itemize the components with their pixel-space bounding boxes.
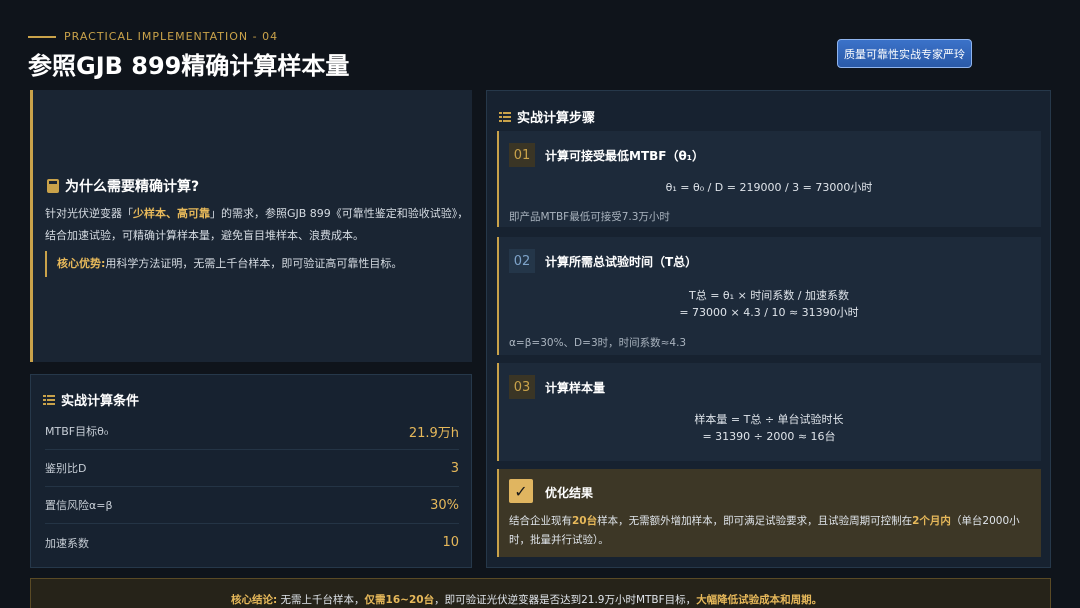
condition-value: 3 xyxy=(450,460,459,476)
condition-row: 加速系数 10 xyxy=(45,524,459,561)
steps-panel: 实战计算步骤 01 计算可接受最低MTBF（θ₁） θ₁ = θ₀ / D = … xyxy=(486,90,1051,568)
checkmark-icon: ✓ xyxy=(509,479,533,503)
why-body-highlight: 少样本、高可靠 xyxy=(133,207,210,220)
steps-heading-text: 实战计算步骤 xyxy=(517,111,596,126)
page: PRACTICAL IMPLEMENTATION - 04 参照GJB 899精… xyxy=(0,0,1080,608)
condition-label: 鉴别比D xyxy=(45,462,87,475)
conditions-heading: 实战计算条件 xyxy=(43,390,139,409)
step-title: 计算所需总试验时间（T总） xyxy=(545,255,698,269)
conclusion-highlight: 大幅降低试验成本和周期。 xyxy=(696,594,823,606)
condition-value: 30% xyxy=(430,497,459,513)
step-note: α=β=30%、D=3时，时间系数≈4.3 xyxy=(509,337,687,349)
step-card: 01 计算可接受最低MTBF（θ₁） θ₁ = θ₀ / D = 219000 … xyxy=(497,131,1041,227)
condition-row: 置信风险α=β 30% xyxy=(45,487,459,524)
step-number: 01 xyxy=(509,143,535,167)
step-card: 02 计算所需总试验时间（T总） T总 = θ₁ × 时间系数 / 加速系数 =… xyxy=(497,237,1041,355)
condition-label: 置信风险α=β xyxy=(45,499,113,512)
conditions-heading-text: 实战计算条件 xyxy=(61,394,140,409)
conclusion-bar: 核心结论: 无需上千台样本，仅需16~20台，即可验证光伏逆变器是否达到21.9… xyxy=(30,578,1051,608)
list-icon xyxy=(499,111,511,122)
kicker-line xyxy=(28,35,56,38)
condition-label: 加速系数 xyxy=(45,536,89,550)
advantage-key: 核心优势: xyxy=(57,257,106,270)
result-title: 优化结果 xyxy=(545,486,594,500)
condition-row: 鉴别比D 3 xyxy=(45,450,459,487)
why-body: 针对光伏逆变器「少样本、高可靠」的需求，参照GJB 899《可靠性鉴定和验收试验… xyxy=(45,203,470,247)
step-formula: 样本量 = T总 ÷ 单台试验时长 xyxy=(694,413,844,426)
calculator-icon xyxy=(47,179,59,193)
step-formula: = 73000 × 4.3 / 10 ≈ 31390小时 xyxy=(679,306,859,319)
condition-value: 10 xyxy=(442,535,459,550)
step-card: 03 计算样本量 样本量 = T总 ÷ 单台试验时长 = 31390 ÷ 200… xyxy=(497,363,1041,461)
step-note: 即产品MTBF最低可接受7.3万小时 xyxy=(509,211,670,223)
section-kicker: PRACTICAL IMPLEMENTATION - 04 xyxy=(28,30,278,43)
why-heading-text: 为什么需要精确计算? xyxy=(65,179,200,195)
conclusion-part: ，即可验证光伏逆变器是否达到21.9万小时MTBF目标， xyxy=(434,594,697,606)
result-body: 结合企业现有20台样本，无需额外增加样本，即可满足试验要求，且试验周期可控制在2… xyxy=(509,512,1037,550)
step-title: 计算样本量 xyxy=(545,381,606,395)
step-formula: T总 = θ₁ × 时间系数 / 加速系数 xyxy=(689,289,849,302)
author-badge[interactable]: 质量可靠性实战专家严玲 xyxy=(837,39,972,68)
kicker-text: PRACTICAL IMPLEMENTATION - 04 xyxy=(64,30,279,43)
conclusion-key: 核心结论: xyxy=(231,594,278,606)
condition-row: MTBF目标θ₀ 21.9万h xyxy=(45,413,459,450)
advantage-text: 用科学方法证明，无需上千台样本，即可验证高可靠性目标。 xyxy=(105,257,403,270)
list-icon xyxy=(43,394,55,405)
result-highlight: 2个月内 xyxy=(912,515,951,527)
conclusion-text: 核心结论: 无需上千台样本，仅需16~20台，即可验证光伏逆变器是否达到21.9… xyxy=(231,592,822,607)
why-card: 为什么需要精确计算? 针对光伏逆变器「少样本、高可靠」的需求，参照GJB 899… xyxy=(30,90,472,362)
result-text: 结合企业现有 xyxy=(509,515,572,527)
result-card: ✓ 优化结果 结合企业现有20台样本，无需额外增加样本，即可满足试验要求，且试验… xyxy=(497,469,1041,557)
step-number: 03 xyxy=(509,375,535,399)
result-text: 样本，无需额外增加样本，即可满足试验要求，且试验周期可控制在 xyxy=(597,515,913,527)
result-highlight: 20台 xyxy=(572,515,598,527)
advantage-callout: 核心优势:用科学方法证明，无需上千台样本，即可验证高可靠性目标。 xyxy=(45,251,465,277)
step-title: 计算可接受最低MTBF（θ₁） xyxy=(545,149,704,163)
condition-value: 21.9万h xyxy=(408,425,459,441)
page-title: 参照GJB 899精确计算样本量 xyxy=(28,52,350,80)
steps-heading: 实战计算步骤 xyxy=(499,107,595,126)
step-formula: θ₁ = θ₀ / D = 219000 / 3 = 73000小时 xyxy=(665,181,873,194)
conclusion-part: 无需上千台样本， xyxy=(280,594,365,606)
step-formula: = 31390 ÷ 2000 ≈ 16台 xyxy=(702,430,836,443)
why-body-pre: 针对光伏逆变器「 xyxy=(45,207,133,220)
conditions-card: 实战计算条件 MTBF目标θ₀ 21.9万h 鉴别比D 3 置信风险α=β 30% 加… xyxy=(30,374,472,568)
why-heading: 为什么需要精确计算? xyxy=(47,176,199,196)
condition-label: MTBF目标θ₀ xyxy=(45,425,109,438)
step-number: 02 xyxy=(509,249,535,273)
conclusion-highlight: 仅需16~20台 xyxy=(364,594,435,606)
